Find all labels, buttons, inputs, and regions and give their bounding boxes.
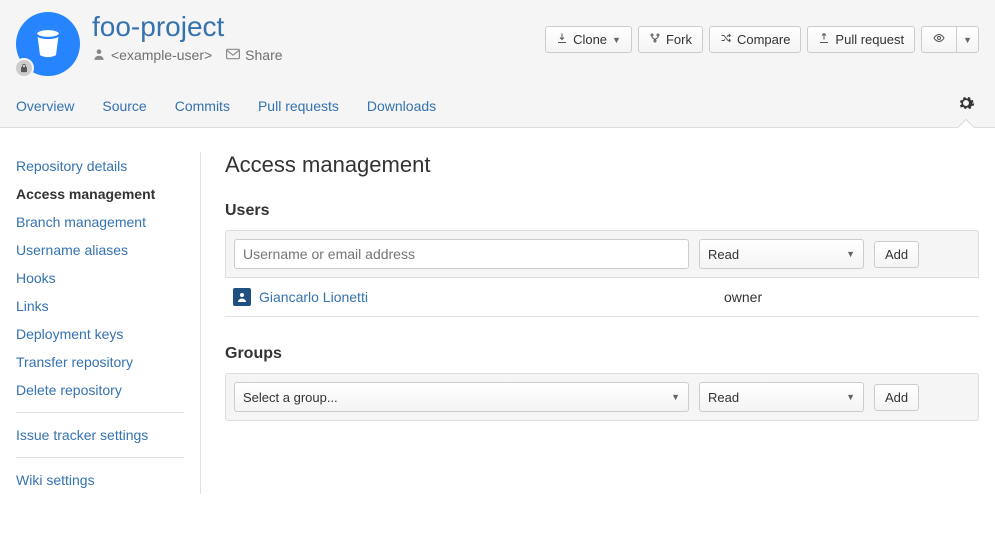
sidebar-item-access-management[interactable]: Access management bbox=[16, 180, 184, 208]
project-title[interactable]: foo-project bbox=[92, 11, 224, 42]
sidebar-item-hooks[interactable]: Hooks bbox=[16, 264, 184, 292]
add-group-button[interactable]: Add bbox=[874, 384, 919, 411]
user-card-icon bbox=[233, 288, 251, 306]
settings-gear-icon[interactable] bbox=[957, 94, 975, 117]
chevron-down-icon: ▼ bbox=[846, 249, 855, 259]
pull-request-button[interactable]: Pull request bbox=[807, 26, 915, 53]
tab-overview[interactable]: Overview bbox=[16, 98, 74, 114]
user-role: owner bbox=[714, 289, 762, 305]
fork-icon bbox=[649, 32, 661, 47]
username-input[interactable] bbox=[234, 239, 689, 269]
sidebar-item-transfer-repo[interactable]: Transfer repository bbox=[16, 348, 184, 376]
sidebar-item-username-aliases[interactable]: Username aliases bbox=[16, 236, 184, 264]
user-permission-select[interactable]: Read ▼ bbox=[699, 239, 864, 269]
group-permission-select[interactable]: Read ▼ bbox=[699, 382, 864, 412]
mail-icon bbox=[226, 47, 240, 63]
sidebar-item-repo-details[interactable]: Repository details bbox=[16, 152, 184, 180]
chevron-down-icon: ▼ bbox=[612, 35, 621, 45]
sidebar-item-links[interactable]: Links bbox=[16, 292, 184, 320]
page-title: Access management bbox=[225, 152, 979, 178]
add-user-row: Read ▼ Add bbox=[225, 230, 979, 278]
share-label: Share bbox=[245, 47, 282, 63]
clone-button[interactable]: Clone ▼ bbox=[545, 26, 632, 53]
tab-pull-requests[interactable]: Pull requests bbox=[258, 98, 339, 114]
tab-source[interactable]: Source bbox=[102, 98, 146, 114]
upload-icon bbox=[818, 32, 830, 47]
project-avatar bbox=[16, 12, 80, 76]
sidebar-item-branch-management[interactable]: Branch management bbox=[16, 208, 184, 236]
owner-name: <example-user> bbox=[111, 47, 212, 63]
shuffle-icon bbox=[720, 32, 732, 47]
group-select[interactable]: Select a group... ▼ bbox=[234, 382, 689, 412]
add-group-row: Select a group... ▼ Read ▼ Add bbox=[225, 373, 979, 421]
sidebar-item-wiki[interactable]: Wiki settings bbox=[16, 466, 184, 494]
sidebar-item-deployment-keys[interactable]: Deployment keys bbox=[16, 320, 184, 348]
tab-commits[interactable]: Commits bbox=[175, 98, 230, 114]
sidebar-item-issue-tracker[interactable]: Issue tracker settings bbox=[16, 421, 184, 449]
owner-link[interactable]: <example-user> bbox=[92, 47, 212, 64]
sidebar-item-delete-repo[interactable]: Delete repository bbox=[16, 376, 184, 404]
add-user-button[interactable]: Add bbox=[874, 241, 919, 268]
compare-button[interactable]: Compare bbox=[709, 26, 801, 53]
settings-sidebar: Repository details Access management Bra… bbox=[16, 152, 201, 494]
share-link[interactable]: Share bbox=[226, 47, 282, 63]
user-list-row: Giancarlo Lionetti owner bbox=[225, 278, 979, 317]
tab-downloads[interactable]: Downloads bbox=[367, 98, 436, 114]
user-name-link[interactable]: Giancarlo Lionetti bbox=[259, 289, 714, 305]
chevron-down-icon: ▼ bbox=[671, 392, 680, 402]
chevron-down-icon: ▼ bbox=[963, 35, 972, 45]
watch-dropdown[interactable]: ▼ bbox=[956, 26, 979, 53]
groups-heading: Groups bbox=[225, 345, 979, 363]
user-icon bbox=[92, 47, 106, 64]
eye-icon bbox=[932, 32, 946, 47]
watch-button[interactable] bbox=[921, 26, 956, 53]
users-heading: Users bbox=[225, 202, 979, 220]
lock-icon bbox=[14, 58, 34, 78]
chevron-down-icon: ▼ bbox=[846, 392, 855, 402]
download-icon bbox=[556, 32, 568, 47]
fork-button[interactable]: Fork bbox=[638, 26, 703, 53]
